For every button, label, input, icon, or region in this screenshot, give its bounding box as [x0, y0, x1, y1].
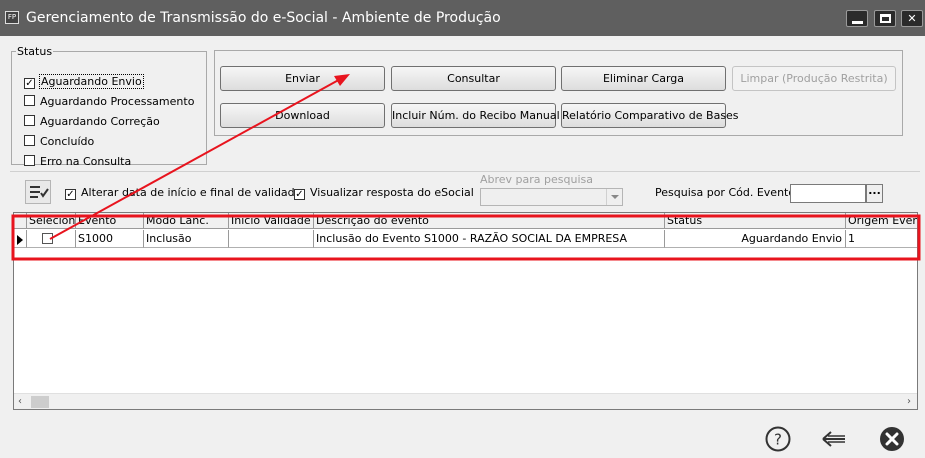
cod-evento-label: Pesquisa por Cód. Evento:: [655, 186, 799, 199]
close-icon: ✕: [907, 12, 917, 25]
checklist-icon: [30, 186, 49, 198]
header-modo-lanc[interactable]: Modo Lanc.: [144, 213, 229, 229]
status-erro-consulta-label: Erro na Consulta: [40, 155, 132, 168]
cod-evento-lookup-button[interactable]: ...: [866, 184, 883, 203]
maximize-icon: [880, 14, 891, 23]
abrev-select[interactable]: [480, 188, 623, 206]
scroll-right-icon[interactable]: ›: [907, 396, 911, 407]
row-pointer-icon: [17, 235, 23, 245]
status-aguardando-envio-label: Aguardando Envio: [39, 74, 144, 89]
header-evento[interactable]: Evento: [76, 213, 144, 229]
status-aguardando-processamento[interactable]: Aguardando Processamento: [24, 95, 194, 111]
status-erro-consulta[interactable]: Erro na Consulta: [24, 155, 131, 171]
status-erro-consulta-checkbox[interactable]: [24, 155, 35, 166]
help-button[interactable]: ?: [764, 425, 792, 453]
row-indicator: [14, 230, 27, 248]
status-aguardando-processamento-label: Aguardando Processamento: [40, 95, 195, 108]
row-select-checkbox[interactable]: [42, 233, 53, 244]
table-row[interactable]: S1000 Inclusão Inclusão do Evento S1000 …: [14, 230, 917, 248]
window-title: Gerenciamento de Transmissão do e-Social…: [26, 10, 501, 26]
status-group: Status ✓ Aguardando Envio Aguardando Proc…: [11, 45, 207, 168]
status-aguardando-processamento-checkbox[interactable]: [24, 95, 35, 106]
cell-status: Aguardando Envio: [665, 230, 846, 248]
alterar-data-option[interactable]: ✓ Alterar data de início e final de valid…: [65, 186, 305, 200]
alterar-data-label: Alterar data de início e final de valida…: [81, 186, 305, 199]
svg-text:?: ?: [774, 431, 782, 449]
close-window-button[interactable]: ✕: [901, 10, 923, 27]
app-icon: FP: [5, 11, 19, 24]
cell-seleciona[interactable]: [27, 230, 76, 248]
visualizar-resposta-checkbox[interactable]: ✓: [294, 189, 305, 200]
relatorio-button[interactable]: Relatório Comparativo de Bases: [561, 103, 739, 128]
minimize-icon: [852, 21, 863, 24]
toolbar-divider: [10, 171, 920, 172]
cod-evento-input[interactable]: [790, 184, 866, 203]
events-grid: Seleciona Evento Modo Lanc. Início Valid…: [13, 212, 918, 410]
cell-modo: Inclusão: [144, 230, 229, 248]
status-aguardando-correcao-checkbox[interactable]: [24, 115, 35, 126]
abrev-label: Abrev para pesquisa: [480, 173, 594, 186]
scroll-left-icon[interactable]: ‹: [18, 396, 22, 407]
cell-descricao: Inclusão do Evento S1000 - RAZÃO SOCIAL …: [314, 230, 665, 248]
status-concluido-label: Concluído: [40, 135, 95, 148]
horizontal-scrollbar[interactable]: ‹ ›: [14, 393, 917, 409]
title-bar: FP Gerenciamento de Transmissão do e-Soc…: [0, 0, 925, 36]
status-aguardando-envio[interactable]: ✓ Aguardando Envio: [24, 74, 144, 91]
status-concluido[interactable]: Concluído: [24, 135, 94, 151]
visualizar-resposta-label: Visualizar resposta do eSocial: [310, 186, 474, 199]
status-aguardando-correcao-label: Aguardando Correção: [40, 115, 160, 128]
status-concluido-checkbox[interactable]: [24, 135, 35, 146]
limpar-button[interactable]: Limpar (Produção Restrita): [732, 66, 896, 91]
cell-evento: S1000: [76, 230, 144, 248]
maximize-button[interactable]: [874, 10, 896, 27]
chevron-down-icon[interactable]: [606, 189, 622, 205]
download-button[interactable]: Download: [220, 103, 385, 128]
arrow-left-icon: [822, 431, 845, 447]
alterar-data-checkbox[interactable]: ✓: [65, 189, 76, 200]
grid-header: Seleciona Evento Modo Lanc. Início Valid…: [14, 213, 917, 229]
header-descricao[interactable]: Descrição do evento: [314, 213, 665, 229]
scroll-thumb[interactable]: [31, 396, 49, 408]
close-button[interactable]: [878, 425, 906, 453]
incluir-recibo-button[interactable]: Incluir Núm. do Recibo Manual: [391, 103, 560, 128]
cell-inicio: [229, 230, 314, 248]
back-button[interactable]: [820, 425, 848, 453]
status-aguardando-correcao[interactable]: Aguardando Correção: [24, 115, 160, 131]
header-status[interactable]: Status: [665, 213, 846, 229]
visualizar-resposta-option[interactable]: ✓ Visualizar resposta do eSocial: [294, 186, 474, 200]
close-circle-icon: [880, 427, 904, 451]
cell-origem: 1: [846, 230, 917, 248]
minimize-button[interactable]: [846, 10, 868, 27]
enviar-button[interactable]: Enviar: [220, 66, 385, 91]
header-inicio-validade[interactable]: Início Validade: [229, 213, 314, 229]
status-legend: Status: [17, 45, 53, 58]
status-aguardando-envio-checkbox[interactable]: ✓: [24, 78, 35, 89]
question-circle-icon: ?: [765, 426, 791, 452]
header-seleciona[interactable]: Seleciona: [27, 213, 76, 229]
consultar-button[interactable]: Consultar: [391, 66, 556, 91]
actions-panel: Enviar Consultar Eliminar Carga Limpar (…: [214, 50, 903, 136]
header-indicator: [14, 213, 27, 229]
filter-button[interactable]: [25, 180, 51, 204]
header-origem-evento[interactable]: Origem Evento: [846, 213, 917, 229]
eliminar-carga-button[interactable]: Eliminar Carga: [561, 66, 726, 91]
